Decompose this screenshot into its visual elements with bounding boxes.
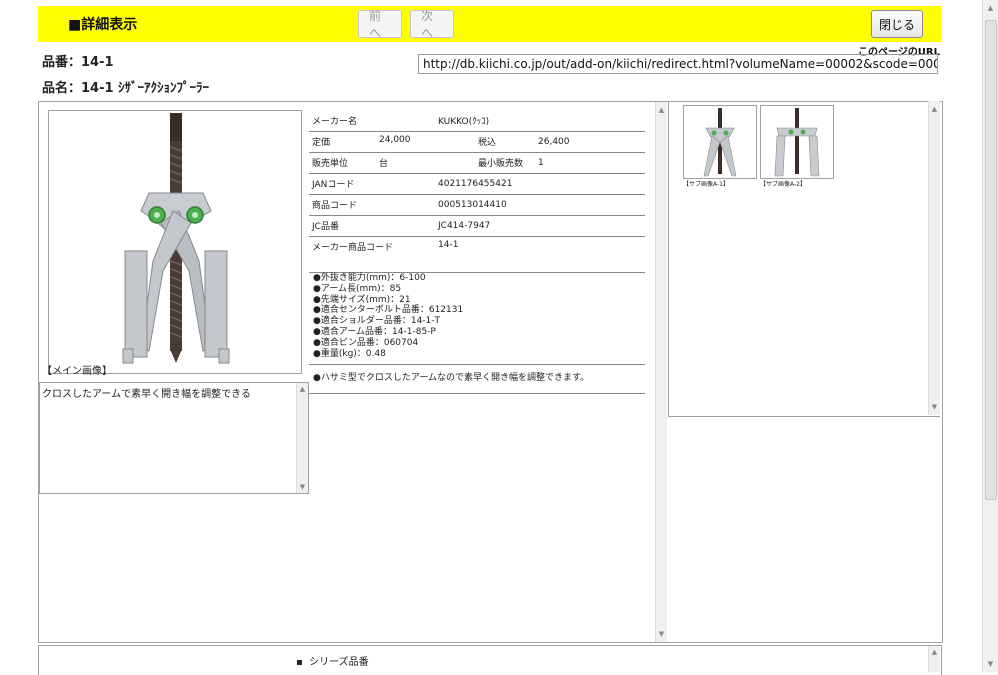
divider xyxy=(309,393,645,394)
table-row: 定価 24,000 税込 26,400 xyxy=(309,131,645,153)
thumbnail-1[interactable] xyxy=(683,105,757,179)
scroll-down-icon[interactable]: ▼ xyxy=(983,660,998,668)
puller-image xyxy=(122,113,230,364)
series-scrollbar[interactable]: ▲ xyxy=(928,646,940,672)
description-scrollbar[interactable]: ▲ ▼ xyxy=(296,383,308,493)
window-title: ■詳細表示 xyxy=(68,17,138,33)
list-item: ●適合ピン品番：060704 xyxy=(313,337,419,348)
jan-label: JANコード xyxy=(309,173,435,195)
maker-label: メーカー名 xyxy=(309,110,435,132)
prev-button[interactable]: 前へ xyxy=(358,9,402,40)
thumbnail-image xyxy=(774,108,820,177)
list-item: ●アーム長(mm)：85 xyxy=(313,283,402,294)
thumbnail-pane: 【サブ画像A-1】 【サブ画像A-2】 ▲ ▼ xyxy=(668,101,940,417)
scroll-down-icon[interactable]: ▼ xyxy=(656,630,667,638)
thumbnail-image xyxy=(703,108,737,177)
bullet-icon: ▪ xyxy=(296,657,310,668)
series-panel xyxy=(38,645,942,675)
description-text: クロスしたアームで素早く開き幅を調整できる xyxy=(42,389,251,400)
toolbar: ■詳細表示 前へ 次へ 閉じる xyxy=(38,6,941,42)
series-label: ▪ シリーズ品番 xyxy=(296,657,369,668)
table-row: 商品コード 000513014410 xyxy=(309,194,645,216)
scroll-up-icon[interactable]: ▲ xyxy=(297,385,308,393)
tax-value: 26,400 xyxy=(535,131,645,153)
close-button[interactable]: 閉じる xyxy=(871,10,923,38)
jc-label: JC品番 xyxy=(309,215,435,237)
page-scroll-thumb[interactable] xyxy=(985,20,997,500)
table-row: メーカー商品コード 14-1 xyxy=(309,236,645,273)
description-box[interactable]: クロスしたアームで素早く開き幅を調整できる ▲ ▼ xyxy=(39,382,309,494)
jc-value: JC414-7947 xyxy=(435,215,645,237)
spec-table: メーカー名 KUKKO(ｸｯｺ) 定価 24,000 税込 26,400 販売単位… xyxy=(309,110,645,273)
table-row: JC品番 JC414-7947 xyxy=(309,215,645,237)
list-item: ●適合アーム品番：14-1-85-P xyxy=(313,326,436,337)
list-item: ●先端サイズ(mm)：21 xyxy=(313,294,411,305)
maker-value: KUKKO(ｸｯｺ) xyxy=(435,110,645,132)
product-name: 品名：14-1 ｼｻﾞｰｱｸｼｮﾝﾌﾟｰﾗｰ xyxy=(42,81,210,96)
code-label: 商品コード xyxy=(309,194,435,216)
scroll-up-icon[interactable]: ▲ xyxy=(929,648,940,656)
table-row: 販売単位台 最小販売数 1 xyxy=(309,152,645,174)
thumbnail-2[interactable] xyxy=(760,105,834,179)
main-image-caption: 【メイン画像】 xyxy=(42,366,112,377)
jan-value: 4021176455421 xyxy=(435,173,645,195)
min-label: 最小販売数 xyxy=(475,152,535,174)
list-item: ●重量(kg)：0.48 xyxy=(313,348,386,359)
code-value: 000513014410 xyxy=(435,194,645,216)
page-url-field[interactable]: http://db.kiichi.co.jp/out/add-on/kiichi… xyxy=(418,54,938,74)
thumbnail-2-label: 【サブ画像A-2】 xyxy=(760,181,806,188)
thumbnail-scrollbar[interactable]: ▲ ▼ xyxy=(928,101,940,415)
scroll-up-icon[interactable]: ▲ xyxy=(656,106,667,114)
scroll-up-icon[interactable]: ▲ xyxy=(983,4,998,12)
page-scrollbar[interactable]: ▲ ▼ xyxy=(982,0,998,672)
scroll-down-icon[interactable]: ▼ xyxy=(297,483,308,491)
divider xyxy=(309,364,645,365)
scroll-down-icon[interactable]: ▼ xyxy=(929,403,940,411)
thumbnail-1-label: 【サブ画像A-1】 xyxy=(683,181,729,188)
list-item: ●適合センターボルト品番：612131 xyxy=(313,305,464,316)
feature-list: ●外抜き能力(mm)：6-100 ●アーム長(mm)：85 ●先端サイズ(mm)… xyxy=(313,273,463,359)
part-number: 品番：14-1 xyxy=(42,55,114,70)
maker-code-value: 14-1 xyxy=(435,236,645,273)
table-row: メーカー名 KUKKO(ｸｯｺ) xyxy=(309,110,645,132)
next-button[interactable]: 次へ xyxy=(410,9,454,40)
tax-label: 税込 xyxy=(475,131,535,153)
main-image[interactable] xyxy=(48,110,302,374)
min-value: 1 xyxy=(535,152,645,174)
scroll-up-icon[interactable]: ▲ xyxy=(929,105,940,113)
feature-note: ●ハサミ型でクロスしたアームなので素早く開き幅を調整できます。 xyxy=(313,373,590,383)
spec-scrollbar[interactable]: ▲ ▼ xyxy=(655,102,667,642)
price-label: 定価 24,000 xyxy=(309,131,435,153)
table-row: JANコード 4021176455421 xyxy=(309,173,645,195)
list-item: ●外抜き能力(mm)：6-100 xyxy=(313,273,426,283)
maker-code-label: メーカー商品コード xyxy=(309,236,435,273)
unit-label: 販売単位台 xyxy=(309,152,435,174)
list-item: ●適合ショルダー品番：14-1-T xyxy=(313,316,441,327)
